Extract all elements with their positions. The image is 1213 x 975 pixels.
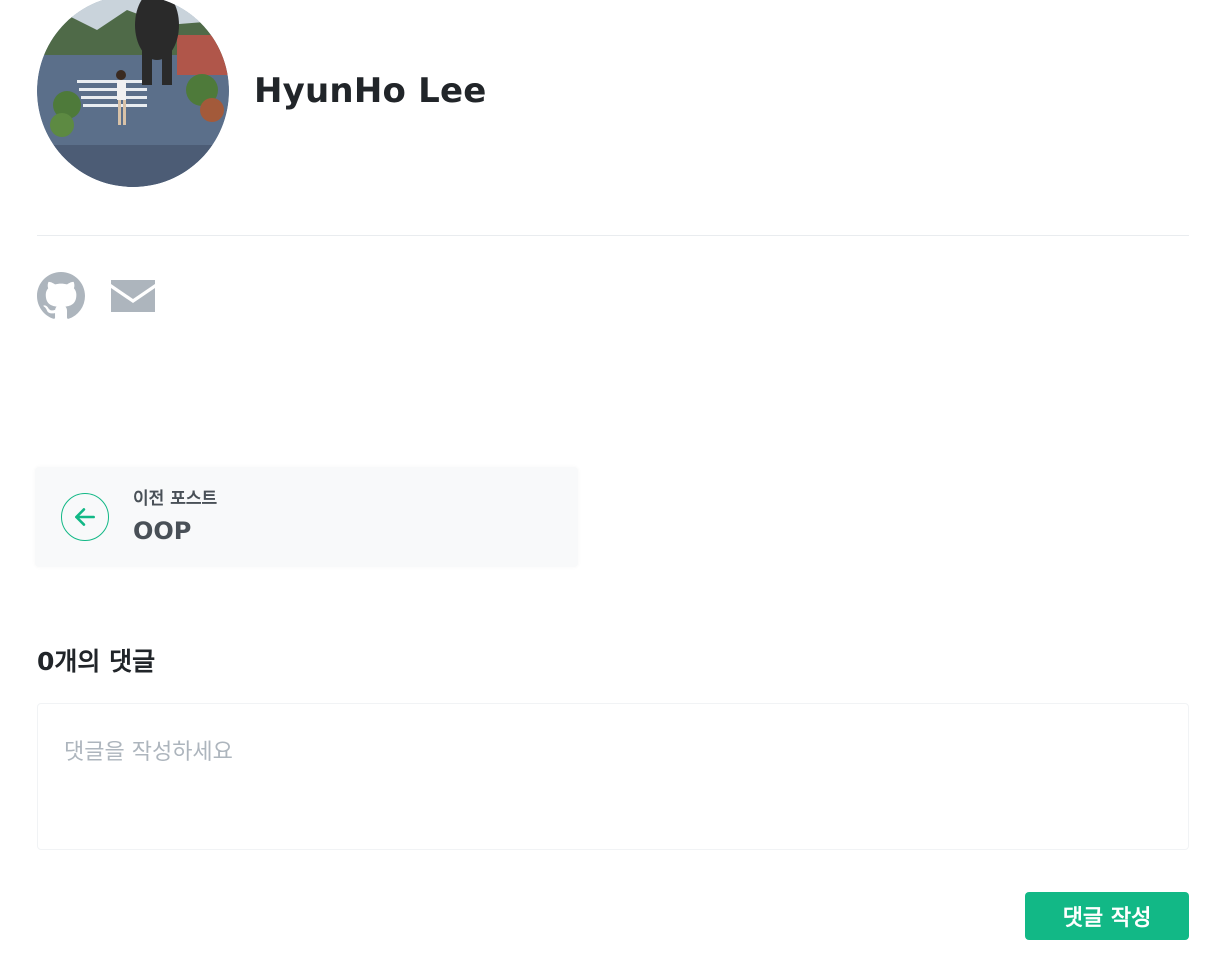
comment-count: 0개의 댓글 <box>37 647 156 676</box>
social-links <box>37 272 157 324</box>
section-divider <box>37 235 1189 236</box>
github-link[interactable] <box>37 272 85 324</box>
submit-comment-button[interactable]: 댓글 작성 <box>1025 892 1189 940</box>
prev-arrow-circle <box>61 493 109 541</box>
arrow-left-icon <box>75 508 95 526</box>
comment-textarea[interactable] <box>37 703 1189 850</box>
author-avatar[interactable] <box>37 0 229 187</box>
author-profile: HyunHo Lee <box>37 0 486 187</box>
author-name[interactable]: HyunHo Lee <box>254 71 486 111</box>
github-icon <box>37 272 85 319</box>
prev-post-title: OOP <box>133 516 192 545</box>
mail-icon <box>111 280 155 312</box>
prev-post-text: 이전 포스트 OOP <box>133 484 217 545</box>
prev-post-label: 이전 포스트 <box>133 488 218 509</box>
previous-post-link[interactable]: 이전 포스트 OOP <box>35 467 578 567</box>
mail-link[interactable] <box>109 272 157 324</box>
